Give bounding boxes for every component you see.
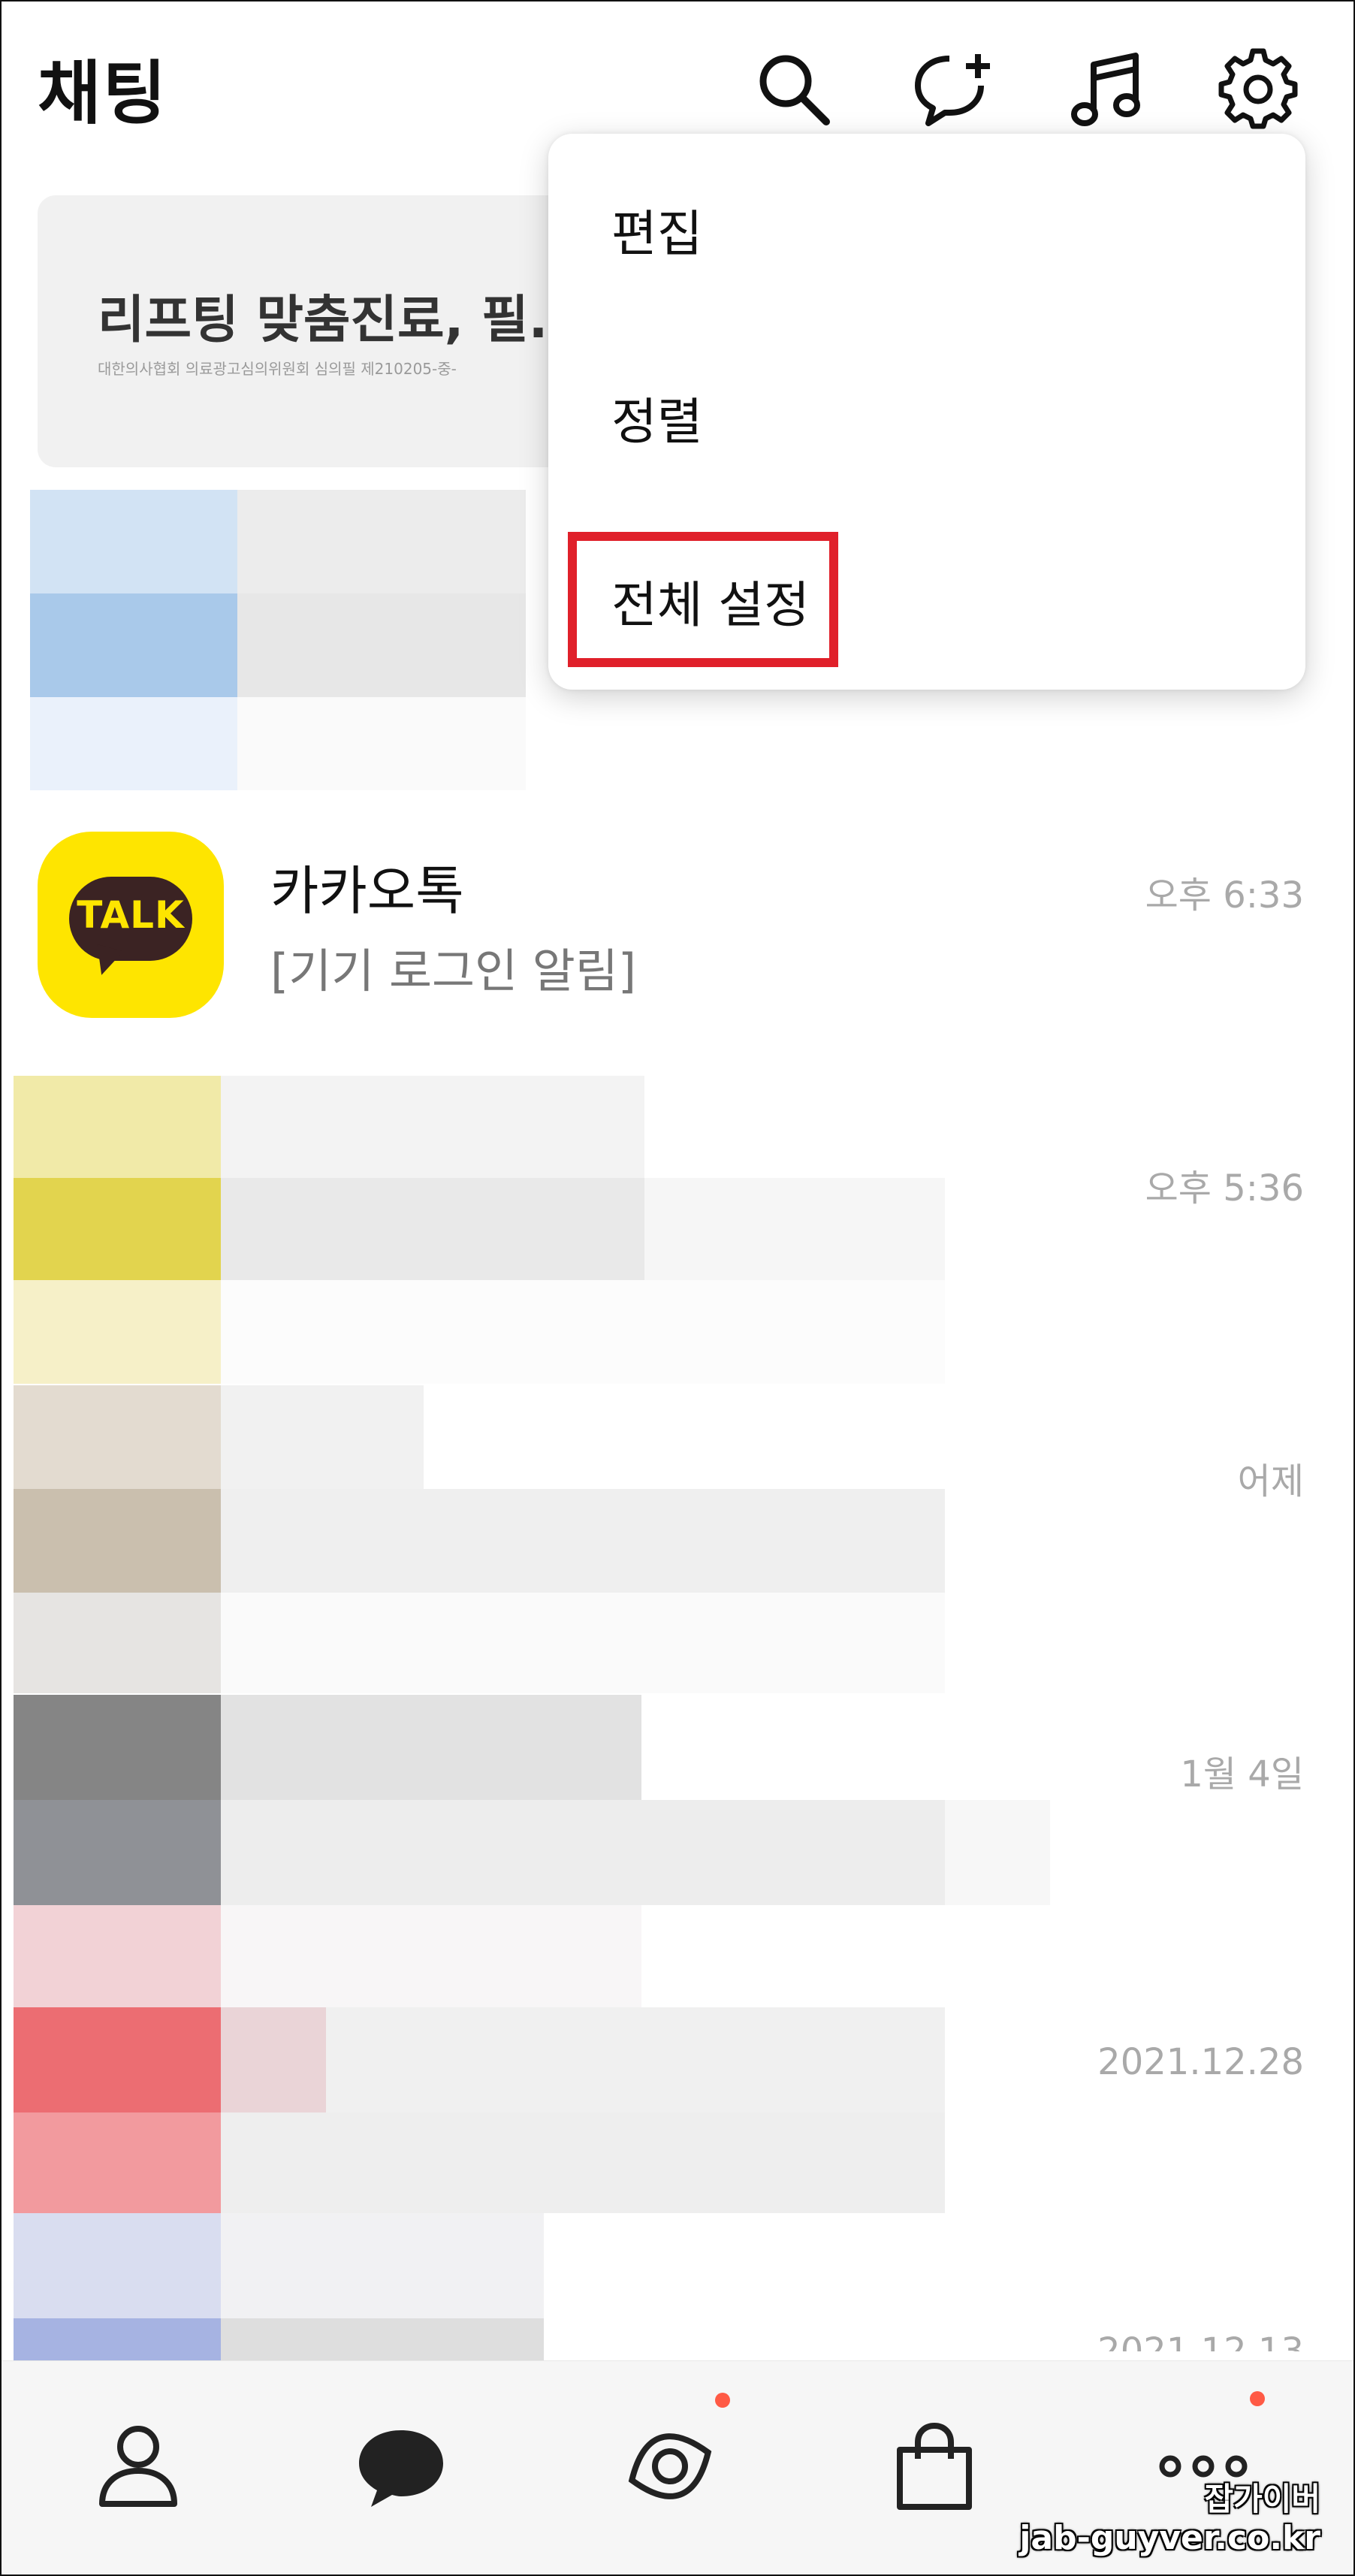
blurred-chat-row[interactable]	[14, 1385, 945, 1693]
chat-name: 카카오톡	[270, 860, 464, 922]
search-icon[interactable]	[753, 48, 835, 131]
chat-time: 오후 5:36	[1145, 1167, 1304, 1209]
bottom-nav: 잡가이버 jab-guyver.co.kr	[2, 2360, 1353, 2574]
blurred-chat-row[interactable]	[14, 2213, 1050, 2360]
watermark-url: jab-guyver.co.kr	[1019, 2519, 1320, 2557]
more-badge	[1250, 2391, 1265, 2406]
talk-logo-text: TALK	[77, 893, 185, 937]
friends-icon[interactable]	[86, 2414, 191, 2519]
chat-time: 어제	[1237, 1460, 1304, 1502]
chat-time: 오후 6:33	[1145, 874, 1304, 917]
chat-time: 1월 4일	[1180, 1753, 1304, 1795]
view-badge	[715, 2393, 730, 2408]
kakaotalk-icon: TALK	[38, 832, 224, 1018]
chat-time: 2021.12.28	[1097, 2041, 1304, 2083]
overflow-menu: 편집 정렬 전체 설정	[548, 134, 1305, 690]
music-icon[interactable]	[1067, 48, 1149, 131]
banner-subtitle: 대한의사협회 의료광고심의위원회 심의필 제210205-중-	[98, 360, 457, 378]
shopping-icon[interactable]	[882, 2414, 987, 2519]
chats-icon[interactable]	[349, 2414, 454, 2519]
blurred-chat-row[interactable]	[30, 490, 526, 790]
new-chat-icon[interactable]	[912, 48, 994, 131]
watermark-title: 잡가이버	[1204, 2481, 1320, 2517]
settings-icon[interactable]	[1217, 48, 1299, 131]
banner-title: 리프팅 맞춤진료, 필.	[98, 291, 548, 350]
menu-item-edit[interactable]: 편집	[611, 194, 702, 266]
blurred-chat-row[interactable]	[14, 1076, 945, 1384]
menu-item-sort[interactable]: 정렬	[611, 382, 702, 454]
app-screen: 채팅 리프팅 맞춤진료, 필. 대한의사협회 의료광고심의위원회 심의필 제21…	[0, 0, 1355, 2576]
view-icon[interactable]	[617, 2414, 723, 2519]
chat-preview: [기기 로그인 알림]	[270, 944, 637, 998]
highlight-box	[568, 532, 838, 667]
blurred-chat-row[interactable]	[14, 1905, 1050, 2213]
page-title: 채팅	[38, 53, 168, 134]
blurred-chat-row[interactable]	[14, 1695, 1050, 1905]
